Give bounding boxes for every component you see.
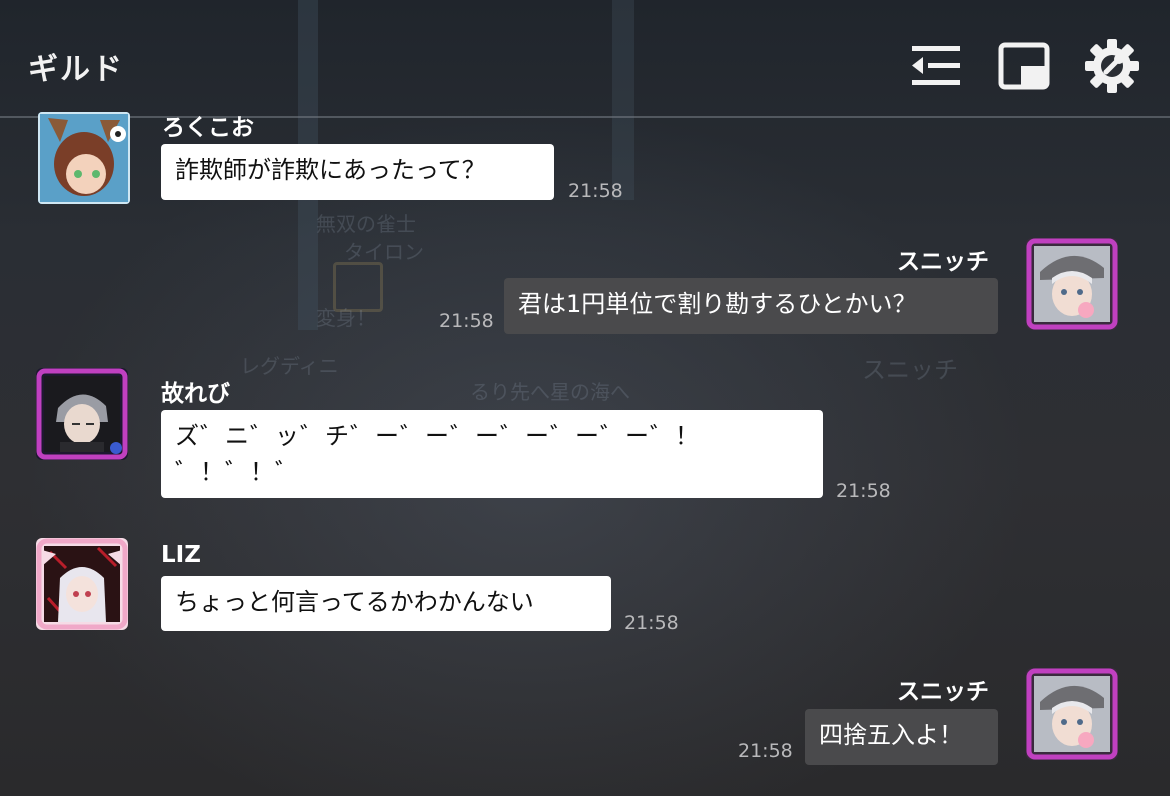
- sender-name: スニッチ: [897, 249, 989, 275]
- sender-name: スニッチ: [897, 679, 989, 705]
- message-bubble[interactable]: 詐欺師が詐欺にあったって？: [161, 144, 554, 200]
- collapse-list-icon[interactable]: [908, 38, 964, 94]
- avatar[interactable]: [36, 368, 128, 460]
- avatar[interactable]: [1026, 668, 1118, 760]
- channel-title: ギルド: [28, 52, 124, 87]
- background-text: レグディニ: [240, 354, 339, 378]
- avatar[interactable]: [1026, 238, 1118, 330]
- sender-name: LIZ: [161, 542, 201, 568]
- message-bubble[interactable]: ズ゛ニ゛ッ゛チ゛ー゛ー゛ー゛ー゛ー゛ー゛！ ゛！゛！゛: [161, 410, 823, 498]
- avatar[interactable]: [38, 112, 130, 204]
- background-text: るり先へ星の海へ: [470, 380, 630, 404]
- message-bubble[interactable]: 四捨五入よ！: [805, 709, 998, 765]
- sender-name: 故れび: [161, 381, 230, 407]
- picture-in-picture-icon[interactable]: [996, 38, 1052, 94]
- gear-icon[interactable]: [1084, 38, 1140, 94]
- avatar[interactable]: [36, 538, 128, 630]
- message-time: 21:58: [439, 310, 494, 332]
- chat-header: ギルド: [0, 0, 1170, 116]
- background-text: タイロン: [344, 240, 424, 264]
- message-time: 21:58: [836, 480, 891, 502]
- message-time: 21:58: [738, 740, 793, 762]
- background-text: 変身！: [316, 306, 376, 330]
- message-bubble[interactable]: ちょっと何言ってるかわかんない: [161, 576, 611, 631]
- message-time: 21:58: [624, 612, 679, 634]
- background-text: スニッチ: [862, 356, 958, 384]
- message-time: 21:58: [568, 180, 623, 202]
- message-bubble[interactable]: 君は1円単位で割り勘するひとかい？: [504, 278, 998, 334]
- background-text: 無双の雀士: [316, 212, 416, 236]
- sender-name: ろくこお: [162, 115, 254, 141]
